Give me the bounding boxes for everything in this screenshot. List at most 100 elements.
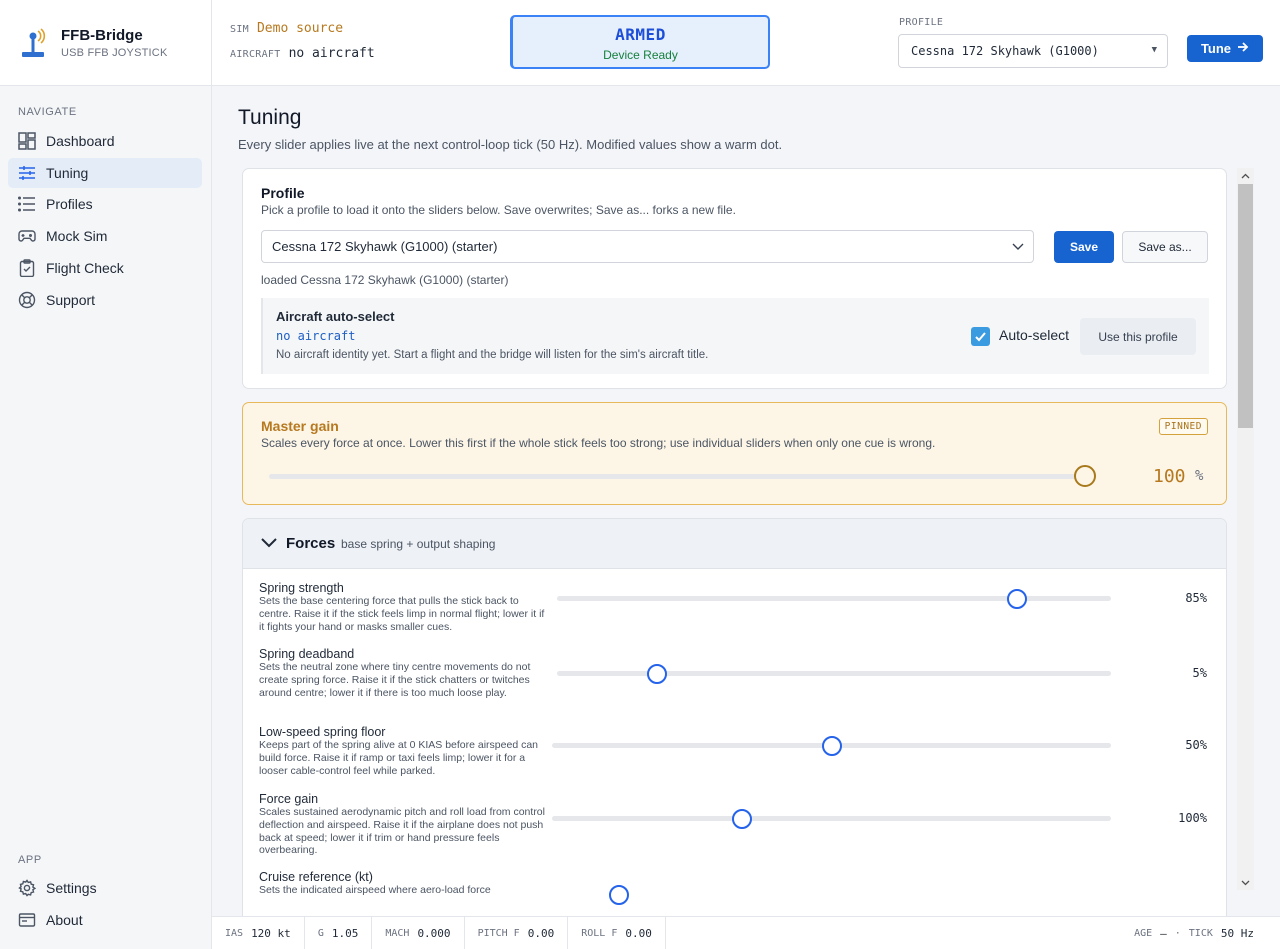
sidebar-item-dashboard[interactable]: Dashboard [8,126,202,156]
header-profile-select[interactable]: Cessna 172 Skyhawk (G1000) ▼ [898,34,1168,68]
age-value: — [1160,927,1167,940]
auto-select-title: Aircraft auto-select [276,309,395,324]
sim-label: SIM [230,24,249,35]
header-profile-value: Cessna 172 Skyhawk (G1000) [911,44,1099,58]
scrollbar-thumb[interactable] [1238,184,1253,428]
sidebar-item-flight-check[interactable]: Flight Check [8,253,202,283]
slider-track[interactable] [557,671,1111,676]
master-gain-card: Master gain Scales every force at once. … [242,402,1227,505]
dashboard-icon [18,132,36,150]
nav-heading: NAVIGATE [18,106,77,118]
auto-select-panel: Aircraft auto-select no aircraft No airc… [261,298,1209,374]
pinned-badge: PINNED [1158,418,1208,435]
chevron-down-icon [260,534,278,555]
tick-value: 50 Hz [1220,927,1254,940]
master-gain-title: Master gain [261,418,339,434]
slider-description: Sets the indicated airspeed where aero-l… [259,884,491,896]
sidebar-item-label: Flight Check [46,260,124,276]
brand-title: FFB-Bridge [61,26,143,44]
status-value: 120 kt [251,926,291,940]
tick-label: TICK [1188,928,1213,939]
forces-section-header[interactable]: Forces base spring + output shaping [243,519,1226,569]
sidebar-item-support[interactable]: Support [8,285,202,315]
sidebar-item-settings[interactable]: Settings [8,873,202,903]
slider-track[interactable] [552,816,1111,821]
sidebar-item-tuning[interactable]: Tuning [8,158,202,188]
status-key: MACH [385,927,410,939]
tune-button-label: Tune [1200,41,1232,56]
status-bar: IAS 120 kt G 1.05 MACH 0.000 PITCH F 0.0… [212,916,1280,949]
auto-select-description: No aircraft identity yet. Start a flight… [276,349,709,361]
save-as-button[interactable]: Save as... [1122,231,1208,263]
master-gain-unit: % [1195,468,1204,484]
joystick-logo-icon [20,27,46,58]
save-button[interactable]: Save [1054,231,1114,263]
slider-thumb[interactable] [821,736,842,756]
scroll-down-icon[interactable] [1237,875,1254,890]
profile-label: PROFILE [899,17,944,28]
slider-description: Keeps part of the spring alive at 0 KIAS… [259,739,539,777]
scroll-up-icon[interactable] [1237,168,1254,183]
sim-value: Demo source [256,21,344,36]
page-title: Tuning [238,106,302,129]
profile-card: Profile Pick a profile to load it onto t… [242,168,1227,389]
status-value: 1.05 [331,926,359,940]
slider-description: Sets the base centering force that pulls… [259,595,545,633]
page-subtitle: Every slider applies live at the next co… [238,137,783,152]
master-gain-slider-track[interactable] [269,474,1085,479]
sidebar-item-about[interactable]: About [8,905,202,935]
use-this-profile-button[interactable]: Use this profile [1080,318,1196,355]
armed-title: ARMED [615,25,666,44]
slider-name: Force gain [259,792,319,806]
sidebar-item-profiles[interactable]: Profiles [8,189,202,219]
slider-value: 50% [1185,738,1207,752]
clipboard-check-icon [18,259,36,277]
sliders-icon [18,164,36,182]
profile-card-description: Pick a profile to load it onto the slide… [261,203,736,217]
sim-status: SIM Demo source [230,21,343,36]
slider-name: Spring strength [259,581,344,595]
auto-select-checkbox[interactable] [971,327,990,346]
status-mach: MACH 0.000 [372,916,465,949]
main-scrollbar[interactable] [1237,168,1254,890]
main-content: Tuning Every slider applies live at the … [212,86,1280,918]
slider-thumb[interactable] [1006,589,1027,609]
status-key: ROLL F [581,927,618,939]
lifebuoy-icon [18,291,36,309]
slider-thumb[interactable] [609,885,630,905]
slider-name: Spring deadband [259,647,355,661]
profile-select[interactable]: Cessna 172 Skyhawk (G1000) (starter) [261,230,1034,263]
sidebar-item-mock-sim[interactable]: Mock Sim [8,221,202,251]
slider-name: Cruise reference (kt) [259,870,373,884]
armed-status-badge: ARMED Device Ready [510,15,770,69]
tune-button[interactable]: Tune [1187,35,1263,62]
aircraft-value: no aircraft [288,46,375,61]
master-gain-slider-thumb[interactable] [1074,465,1096,487]
aircraft-status: AIRCRAFT no aircraft [230,46,375,61]
sidebar-item-label: Profiles [46,196,93,212]
master-gain-description: Scales every force at once. Lower this f… [261,436,936,450]
check-icon [975,332,986,342]
sidebar-item-label: Support [46,292,96,308]
status-ias: IAS 120 kt [212,916,305,949]
brand-subtitle: USB FFB JOYSTICK [61,46,168,59]
app-heading: APP [18,854,42,866]
status-roll-force: ROLL F 0.00 [568,916,666,949]
profile-select-value: Cessna 172 Skyhawk (G1000) (starter) [272,239,498,254]
status-g: G 1.05 [305,916,373,949]
status-value: 0.00 [527,926,555,940]
status-key: PITCH F [477,927,520,939]
top-header: SIM Demo source AIRCRAFT no aircraft ARM… [212,0,1280,86]
gamepad-icon [18,227,36,245]
slider-thumb[interactable] [732,809,753,829]
forces-title: Forces [286,535,336,552]
brand: FFB-Bridge USB FFB JOYSTICK [0,0,211,86]
auto-select-label[interactable]: Auto-select [999,327,1069,343]
aircraft-label: AIRCRAFT [230,49,281,60]
loaded-profile-text: loaded Cessna 172 Skyhawk (G1000) (start… [261,273,509,287]
slider-thumb[interactable] [646,664,667,684]
caret-down-icon: ▼ [1151,45,1157,55]
slider-value: 100% [1178,811,1207,825]
chevron-down-icon [1011,239,1025,256]
slider-track[interactable] [557,596,1111,601]
